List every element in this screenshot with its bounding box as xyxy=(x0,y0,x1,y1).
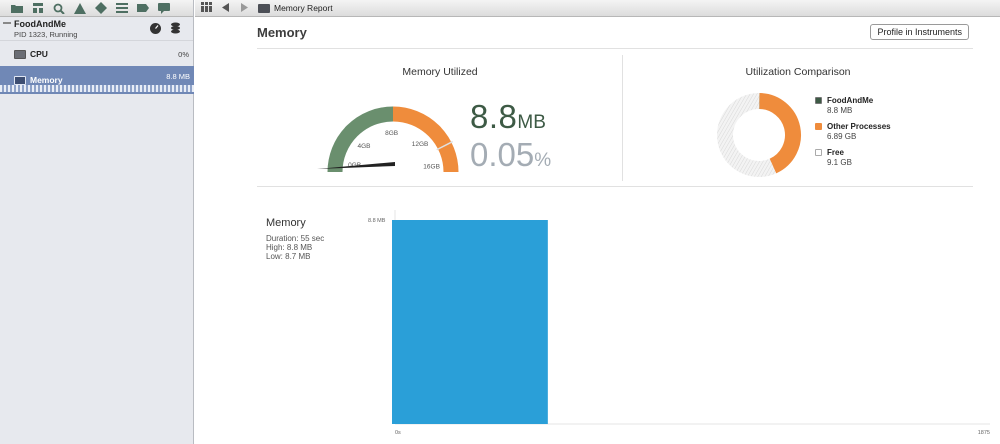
gauge-tick-label: 16GB xyxy=(423,164,440,171)
memory-chart-info: Memory Duration: 55 sec High: 8.8 MB Low… xyxy=(266,217,324,261)
report-title: Memory xyxy=(257,25,307,40)
x-tick-label: 0s xyxy=(395,430,401,436)
sidebar-item-label: Memory xyxy=(30,75,63,85)
memory-bar xyxy=(392,220,548,424)
donut-slice-free xyxy=(717,93,777,177)
x-tick-label: 1875 xyxy=(978,430,990,436)
report-header: Memory Profile in Instruments xyxy=(257,24,973,49)
legend-name: Other Processes xyxy=(827,122,891,131)
memory-percent-number: 0.05 xyxy=(470,136,535,173)
memory-low: Low: 8.7 MB xyxy=(266,252,311,261)
debug-list-icon[interactable] xyxy=(115,2,128,14)
cpu-gauge-icon xyxy=(14,49,26,59)
forward-arrow-icon[interactable] xyxy=(240,2,248,14)
stack-layers-icon[interactable] xyxy=(170,21,181,39)
memory-value: 8.8MB xyxy=(470,98,546,136)
gauge-options-icon[interactable] xyxy=(150,21,161,39)
back-arrow-icon[interactable] xyxy=(222,2,230,14)
legend-value: 6.89 GB xyxy=(827,132,857,141)
donut-slice-other-processes xyxy=(758,93,801,174)
memory-percent: 0.05% xyxy=(470,136,551,174)
legend-swatch xyxy=(815,97,822,104)
log-bubble-icon[interactable] xyxy=(157,2,170,14)
memory-gauge-icon xyxy=(14,75,26,85)
sidebar-item-cpu[interactable]: CPU 0% xyxy=(0,45,193,63)
memory-high: High: 8.8 MB xyxy=(266,243,313,252)
legend-swatch xyxy=(815,149,822,156)
legend-swatch xyxy=(815,123,822,130)
navigator-toolbar xyxy=(0,0,193,17)
breadcrumb-label: Memory Report xyxy=(274,3,333,13)
disclosure-icon[interactable] xyxy=(3,22,11,24)
legend-name: FoodAndMe xyxy=(827,96,874,105)
sidebar-item-value: 0% xyxy=(178,49,189,59)
utilization-donut xyxy=(717,92,801,177)
folder-icon[interactable] xyxy=(10,2,23,14)
memory-percent-unit: % xyxy=(534,150,552,171)
test-diamond-icon[interactable] xyxy=(94,2,107,14)
sidebar-item-value: 8.8 MB xyxy=(166,72,190,81)
hierarchy-icon[interactable] xyxy=(31,2,44,14)
breadcrumb[interactable]: Memory Report xyxy=(258,3,333,13)
memory-over-time-chart: 8.8 MB 0s 1875 xyxy=(368,210,990,436)
gauge-tick-label: 12GB xyxy=(412,141,429,148)
legend-name: Free xyxy=(827,148,844,157)
warning-icon[interactable] xyxy=(73,2,86,14)
search-icon[interactable] xyxy=(52,2,65,14)
memory-utilized-title: Memory Utilized xyxy=(402,66,478,78)
jump-bar: Memory Report xyxy=(195,0,1000,17)
comparison-legend: FoodAndMe 8.8 MB Other Processes 6.89 GB… xyxy=(815,96,891,174)
memory-value-unit: MB xyxy=(517,112,546,133)
breakpoint-icon[interactable] xyxy=(136,2,149,14)
sidebar-item-memory[interactable]: Memory 8.8 MB xyxy=(0,66,194,94)
y-tick-label: 8.8 MB xyxy=(368,218,386,224)
sidebar-item-label: CPU xyxy=(30,49,48,59)
panel-divider xyxy=(622,55,623,181)
memory-sparkline xyxy=(0,85,194,92)
utilization-comparison-title: Utilization Comparison xyxy=(745,66,851,78)
editor-area: Memory Report Memory Profile in Instrume… xyxy=(195,0,1000,444)
section-divider xyxy=(257,186,973,187)
profile-in-instruments-button[interactable]: Profile in Instruments xyxy=(870,24,969,40)
memory-duration: Duration: 55 sec xyxy=(266,234,325,243)
memory-report-icon xyxy=(258,3,270,13)
memory-value-number: 8.8 xyxy=(470,98,518,135)
legend-item-foodandme: FoodAndMe 8.8 MB xyxy=(815,96,891,115)
memory-chart-title: Memory xyxy=(266,217,306,229)
related-items-icon[interactable] xyxy=(201,2,212,14)
gauge-tick-label: 8GB xyxy=(385,130,398,137)
legend-value: 8.8 MB xyxy=(827,106,853,115)
legend-item-other-processes: Other Processes 6.89 GB xyxy=(815,122,891,141)
legend-item-free: Free 9.1 GB xyxy=(815,148,891,167)
legend-value: 9.1 GB xyxy=(827,158,852,167)
process-row[interactable]: FoodAndMe PID 1323, Running xyxy=(0,17,193,41)
debug-navigator: FoodAndMe PID 1323, Running CPU 0% Memor… xyxy=(0,0,194,444)
gauge-tick-label: 4GB xyxy=(358,143,371,150)
memory-gauge: 0GB 4GB 8GB 12GB 16GB xyxy=(317,106,459,173)
